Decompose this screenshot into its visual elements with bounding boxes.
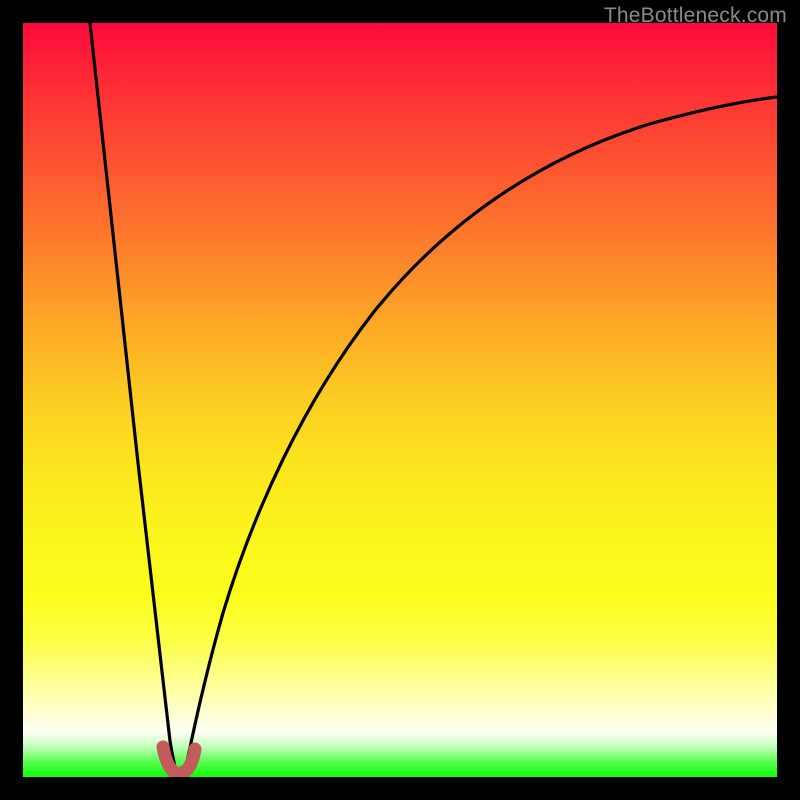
- u-shape-icon: [163, 747, 195, 773]
- watermark-text: TheBottleneck.com: [604, 4, 787, 28]
- chart-frame: TheBottleneck.com: [0, 0, 800, 800]
- u-minimum-marker: [23, 23, 777, 777]
- plot-area: [23, 23, 777, 777]
